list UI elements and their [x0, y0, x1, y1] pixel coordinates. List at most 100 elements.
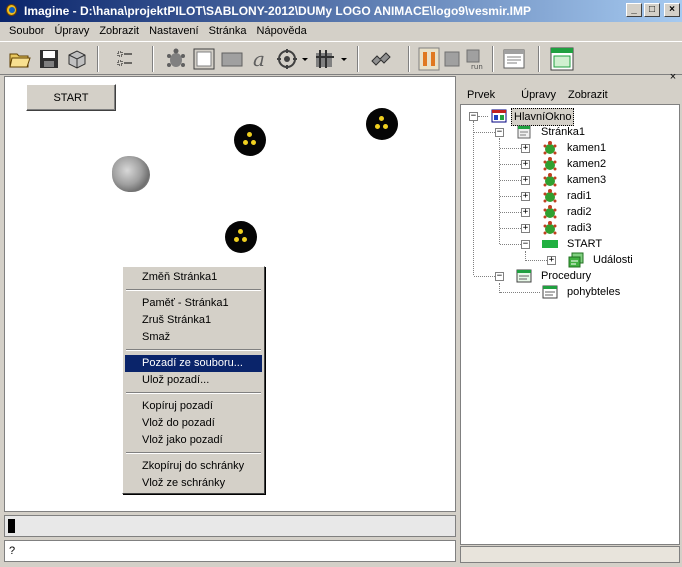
stop-icon[interactable] — [442, 47, 462, 71]
expand-toggle[interactable]: + — [521, 160, 530, 169]
tree-line — [500, 164, 521, 165]
start-button[interactable]: START — [26, 84, 116, 111]
menu-stranka[interactable]: Stránka — [204, 25, 252, 37]
main-window-icon[interactable] — [550, 47, 574, 71]
save-disk-icon[interactable] — [37, 47, 61, 71]
run-icon[interactable]: run — [464, 47, 486, 71]
tree-node-radi3[interactable]: radi3 — [567, 220, 591, 236]
page-list-icon[interactable] — [114, 47, 138, 71]
tree-line — [478, 116, 488, 117]
expand-toggle[interactable]: + — [521, 224, 530, 233]
kamen-stone-sprite[interactable] — [112, 156, 150, 192]
ctx-clear[interactable]: Smaž — [125, 329, 262, 346]
expand-toggle[interactable]: + — [521, 192, 530, 201]
output-pane[interactable] — [4, 515, 456, 537]
procedure-node-icon — [542, 285, 558, 299]
object-tree[interactable]: − HlavníOkno − Stránka1 + kamen1 + kamen… — [460, 104, 680, 545]
tree-line — [500, 180, 521, 181]
tree-line — [500, 212, 521, 213]
turtle-node-icon — [543, 205, 557, 219]
panel-menu-prvek[interactable]: Prvek — [461, 89, 501, 101]
toolbar-separator — [97, 46, 99, 72]
puzzle-icon[interactable] — [370, 47, 394, 71]
tree-node-kamen1[interactable]: kamen1 — [567, 140, 606, 156]
tree-line — [473, 121, 474, 275]
radi-sprite[interactable] — [366, 108, 398, 140]
pause-icon[interactable] — [418, 47, 440, 71]
tree-node-udalosti[interactable]: Události — [593, 252, 633, 268]
ctx-paste-as-background[interactable]: Vlož jako pozadí — [125, 432, 262, 449]
rectangle-icon[interactable] — [220, 47, 244, 71]
menu-upravy[interactable]: Úpravy — [49, 25, 94, 37]
gear-dropdown-icon[interactable] — [275, 47, 309, 71]
title-bar[interactable]: Imagine - D:\hana\projektPILOT\SABLONY-2… — [0, 0, 682, 22]
turtle-node-icon — [543, 141, 557, 155]
text-a-icon[interactable]: a — [248, 47, 272, 71]
ctx-paste-from-clipboard[interactable]: Vlož ze schránky — [125, 475, 262, 492]
menu-napoveda[interactable]: Nápověda — [252, 25, 312, 37]
radi-sprite[interactable] — [234, 124, 266, 156]
tree-node-start[interactable]: START — [567, 236, 602, 252]
ctx-background-from-file[interactable]: Pozadí ze souboru... — [125, 355, 262, 372]
ctx-memory-page[interactable]: Paměť - Stránka1 — [125, 295, 262, 312]
button-node-icon — [542, 240, 558, 248]
maximize-button[interactable]: □ — [644, 3, 660, 17]
tree-line — [500, 196, 521, 197]
run-label: run — [471, 63, 483, 71]
tree-horizontal-scrollbar[interactable] — [460, 546, 680, 563]
tree-node-radi2[interactable]: radi2 — [567, 204, 591, 220]
expand-toggle[interactable]: − — [495, 128, 504, 137]
expand-toggle[interactable]: − — [495, 272, 504, 281]
panel-close-icon[interactable]: × — [666, 72, 680, 84]
ctx-copy-to-clipboard[interactable]: Zkopíruj do schránky — [125, 458, 262, 475]
events-node-icon — [568, 252, 584, 268]
toolbar-separator — [538, 46, 540, 72]
expand-toggle[interactable]: − — [521, 240, 530, 249]
open-folder-icon[interactable] — [8, 47, 32, 71]
menu-zobrazit[interactable]: Zobrazit — [94, 25, 144, 37]
menu-separator — [126, 392, 261, 394]
toolbar-separator — [408, 46, 410, 72]
tree-node-radi1[interactable]: radi1 — [567, 188, 591, 204]
tree-node-kamen2[interactable]: kamen2 — [567, 156, 606, 172]
ctx-paste-into-background[interactable]: Vlož do pozadí — [125, 415, 262, 432]
expand-toggle[interactable]: − — [469, 112, 478, 121]
package-icon[interactable] — [65, 47, 89, 71]
tree-node-procedury[interactable]: Procedury — [541, 268, 591, 284]
turtle-icon[interactable] — [164, 47, 188, 71]
tree-line — [526, 260, 547, 261]
tree-node-kamen3[interactable]: kamen3 — [567, 172, 606, 188]
toolbar: a run — [0, 41, 682, 75]
command-line-input[interactable]: ? — [4, 540, 456, 562]
panel-menu-upravy[interactable]: Úpravy — [515, 89, 562, 101]
tree-line — [500, 148, 521, 149]
tree-node-stranka1[interactable]: Stránka1 — [541, 124, 585, 140]
window-icon[interactable] — [502, 47, 526, 71]
radi-sprite[interactable] — [225, 221, 257, 253]
context-menu: Změň Stránka1 Paměť - Stránka1 Zruš Strá… — [122, 266, 265, 494]
panel-menu-bar: Prvek Úpravy Zobrazit — [461, 86, 680, 104]
ctx-change-page[interactable]: Změň Stránka1 — [125, 269, 262, 286]
svg-text:a: a — [253, 47, 265, 71]
menu-soubor[interactable]: Soubor — [4, 25, 49, 37]
ctx-save-background[interactable]: Ulož pozadí... — [125, 372, 262, 389]
page-node-icon — [517, 125, 531, 139]
tree-node-pohybteles[interactable]: pohybteles — [567, 284, 620, 300]
expand-toggle[interactable]: + — [521, 144, 530, 153]
ctx-copy-background[interactable]: Kopíruj pozadí — [125, 398, 262, 415]
menu-nastaveni[interactable]: Nastavení — [144, 25, 204, 37]
tree-line — [500, 244, 521, 245]
expand-toggle[interactable]: + — [547, 256, 556, 265]
expand-toggle[interactable]: + — [521, 176, 530, 185]
ctx-delete-page[interactable]: Zruš Stránka1 — [125, 312, 262, 329]
expand-toggle[interactable]: + — [521, 208, 530, 217]
panel-menu-zobrazit[interactable]: Zobrazit — [562, 89, 614, 101]
minimize-button[interactable]: _ — [626, 3, 642, 17]
main-window-node-icon — [491, 109, 507, 123]
imagine-app-icon[interactable] — [4, 3, 20, 19]
toolbar-separator — [152, 46, 154, 72]
menu-separator — [126, 349, 261, 351]
frame-icon[interactable] — [192, 47, 216, 71]
close-button[interactable]: × — [664, 3, 680, 17]
bitmap-dropdown-icon[interactable] — [312, 47, 348, 71]
